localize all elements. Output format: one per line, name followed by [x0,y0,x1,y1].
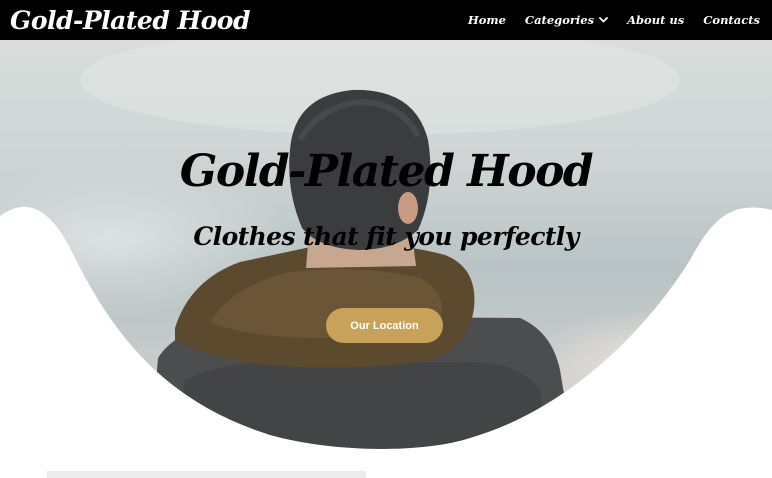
nav-link-categories[interactable]: Categories [525,13,608,27]
hero-subtitle: Clothes that fit you perfectly [193,222,579,251]
nav-link-about[interactable]: About us [627,13,684,27]
our-location-button[interactable]: Our Location [326,308,443,343]
hero-title: Gold-Plated Hood [179,146,594,197]
hero-section: Gold-Plated Hood Clothes that fit you pe… [0,40,772,460]
nav-link-home[interactable]: Home [468,13,506,27]
nav-link-categories-label: Categories [524,13,595,27]
nav-item-categories: Categories [525,13,608,27]
brand-logo-link[interactable]: Gold-Plated Hood [10,6,250,35]
nav-item-contacts: Contacts [703,13,760,27]
chevron-down-icon [599,17,608,23]
nav-item-home: Home [468,13,506,27]
nav-menu: Home Categories About us Contacts [468,13,760,27]
content-section-edge [47,471,366,478]
nav-item-about: About us [627,13,684,27]
top-navbar: Gold-Plated Hood Home Categories About u… [0,0,772,40]
nav-link-contacts[interactable]: Contacts [703,13,760,27]
